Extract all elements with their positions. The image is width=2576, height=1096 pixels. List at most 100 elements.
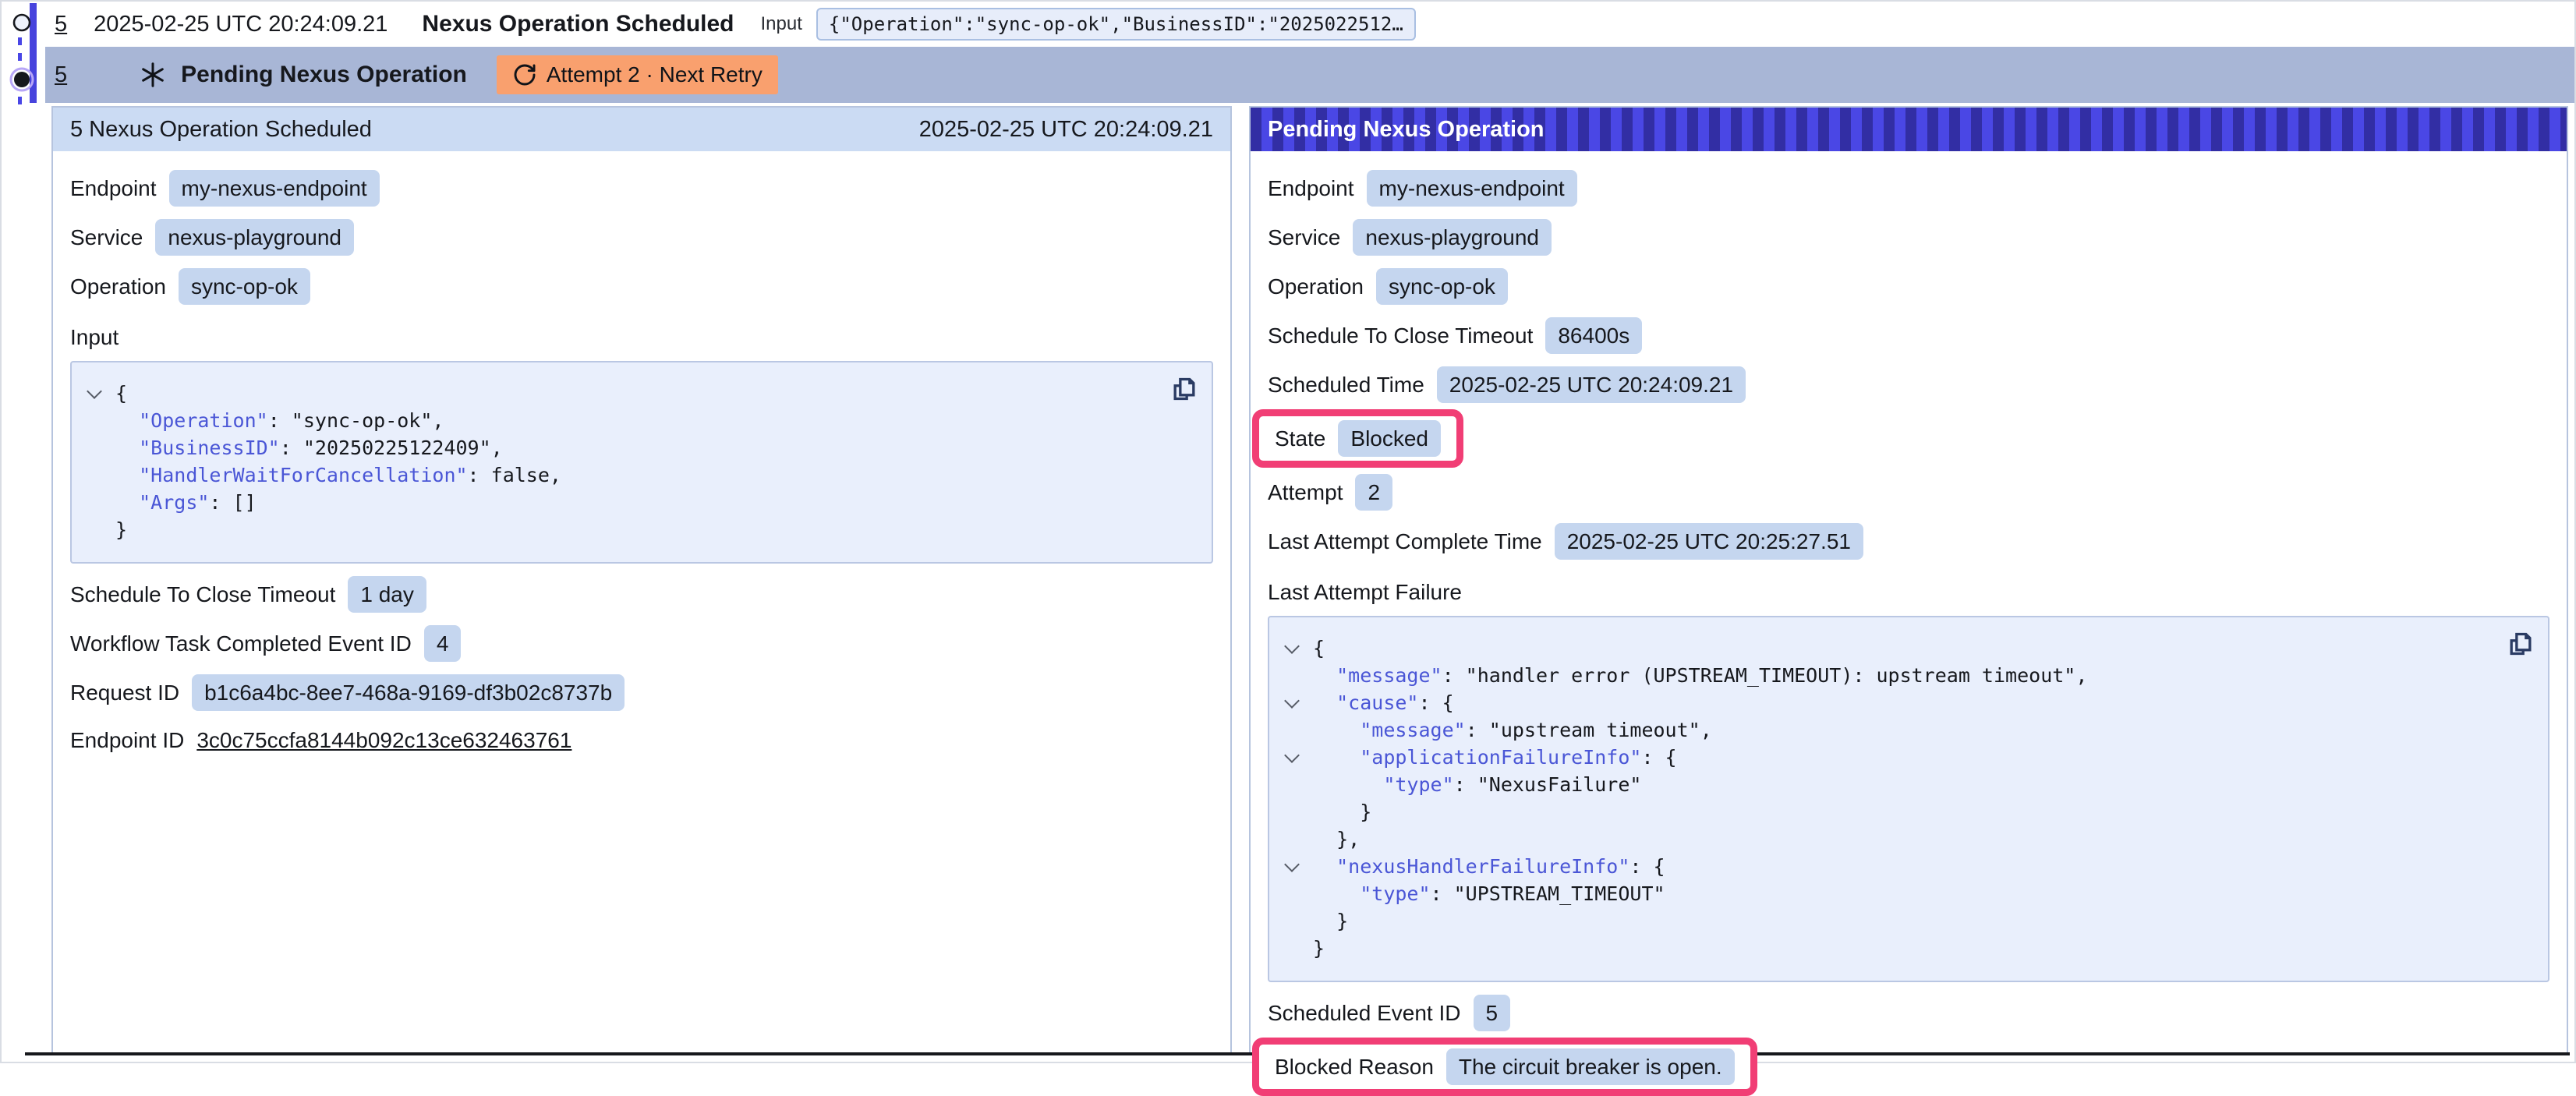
json-line-gutter (1279, 716, 1313, 744)
json-key: "BusinessID" (139, 437, 280, 459)
json-line-gutter (1279, 635, 1313, 662)
event-id-link[interactable]: 5 (55, 62, 67, 88)
field-label: Request ID (70, 681, 179, 705)
json-line: "message": "upstream timeout", (1279, 716, 2498, 744)
field-value-chip: Blocked (1338, 420, 1441, 457)
collapse-chevron-icon[interactable] (1284, 693, 1300, 709)
json-line-gutter (1279, 662, 1313, 689)
json-key: "Args" (139, 491, 209, 514)
json-line: } (81, 516, 1162, 543)
field-label: State (1275, 426, 1325, 451)
event-id-link[interactable]: 5 (55, 12, 67, 37)
field-row: Servicenexus-playground (1268, 219, 2549, 256)
json-code: }, (1313, 826, 1360, 853)
json-line-gutter (1279, 935, 1313, 962)
json-code: "Operation": "sync-op-ok", (115, 407, 444, 434)
field-row: Attempt2 (1268, 474, 2549, 511)
field-value-chip: The circuit breaker is open. (1446, 1048, 1735, 1085)
scheduled-panel-header: 5 Nexus Operation Scheduled 2025-02-25 U… (53, 108, 1230, 151)
json-key: "message" (1336, 664, 1442, 687)
json-line: } (1279, 907, 2498, 935)
field-label: Blocked Reason (1275, 1055, 1434, 1080)
field-value-chip: nexus-playground (155, 219, 354, 256)
event-row-scheduled[interactable]: 5 2025-02-25 UTC 20:24:09.21 Nexus Opera… (45, 2, 2574, 47)
input-preview-chip: {"Operation":"sync-op-ok","BusinessID":"… (816, 8, 1416, 41)
input-label: Input (761, 13, 802, 35)
field-value-chip: sync-op-ok (1376, 268, 1508, 305)
pending-fields-bottom: Scheduled Event ID5 Blocked Reason The cir… (1268, 995, 2549, 1090)
json-code: "type": "NexusFailure" (1313, 771, 1641, 798)
retry-badge-label: Attempt 2 · Next Retry (547, 62, 763, 87)
scheduled-fields-top: Endpointmy-nexus-endpointServicenexus-pl… (70, 170, 1213, 305)
field-value-chip: 2 (1355, 474, 1392, 511)
json-line: "Operation": "sync-op-ok", (81, 407, 1162, 434)
scheduled-event-panel: 5 Nexus Operation Scheduled 2025-02-25 U… (51, 106, 1232, 1052)
json-code: { (115, 380, 127, 407)
field-label: Endpoint ID (70, 728, 184, 753)
json-line: "type": "UPSTREAM_TIMEOUT" (1279, 880, 2498, 907)
json-line: { (81, 380, 1162, 407)
field-value-chip: nexus-playground (1353, 219, 1552, 256)
json-key: "message" (1360, 719, 1465, 741)
field-label: Endpoint (70, 176, 157, 201)
json-code: "BusinessID": "20250225122409", (115, 434, 503, 461)
copy-icon[interactable] (1168, 373, 1199, 405)
json-line-gutter (1279, 798, 1313, 826)
json-code: } (1313, 798, 1371, 826)
json-line: "cause": { (1279, 689, 2498, 716)
field-row: Endpointmy-nexus-endpoint (1268, 170, 2549, 207)
field-value-link[interactable]: 3c0c75ccfa8144b092c13ce632463761 (196, 728, 571, 753)
json-line: } (1279, 935, 2498, 962)
json-code: "message": "upstream timeout", (1313, 716, 1712, 744)
json-key: "applicationFailureInfo" (1360, 746, 1641, 769)
scheduled-panel-time: 2025-02-25 UTC 20:24:09.21 (919, 117, 1213, 143)
field-label: Endpoint (1268, 176, 1354, 201)
json-code: "Args": [] (115, 489, 257, 516)
scheduled-panel-title: 5 Nexus Operation Scheduled (70, 117, 372, 143)
json-line-gutter (1279, 826, 1313, 853)
highlight-annotation: Blocked Reason The circuit breaker is ope… (1252, 1038, 1757, 1096)
field-row: Workflow Task Completed Event ID 4 (70, 625, 1213, 662)
json-code: "applicationFailureInfo": { (1313, 744, 1677, 771)
json-key: "HandlerWaitForCancellation" (139, 464, 467, 486)
json-line-gutter (81, 461, 115, 489)
json-line-gutter (81, 407, 115, 434)
collapse-chevron-icon[interactable] (1284, 857, 1300, 872)
field-value-chip: sync-op-ok (179, 268, 310, 305)
json-line: }, (1279, 826, 2498, 853)
field-value-chip: my-nexus-endpoint (169, 170, 380, 207)
event-row-pending[interactable]: 5 Pending Nexus Operation Attempt 2 · Ne… (45, 47, 2574, 103)
field-row: Endpoint my-nexus-endpoint (70, 170, 1213, 207)
pending-panel-header: Pending Nexus Operation (1251, 108, 2567, 151)
json-line-gutter (81, 489, 115, 516)
pending-panel-title: Pending Nexus Operation (1268, 117, 1545, 143)
json-line: "Args": [] (81, 489, 1162, 516)
input-json-block: { "Operation": "sync-op-ok", "BusinessID… (70, 361, 1213, 564)
failure-section-label: Last Attempt Failure (1268, 580, 2549, 605)
timeline-open-circle-icon (12, 12, 32, 33)
field-label: Operation (70, 274, 166, 299)
json-line-gutter (1279, 853, 1313, 880)
json-key: "type" (1383, 773, 1453, 796)
collapse-chevron-icon[interactable] (1284, 748, 1300, 763)
collapse-chevron-icon[interactable] (87, 384, 102, 399)
event-title: Nexus Operation Scheduled (422, 11, 734, 37)
json-code: "HandlerWaitForCancellation": false, (115, 461, 561, 489)
copy-icon[interactable] (2504, 628, 2535, 659)
field-row: Scheduled Event ID5 (1268, 995, 2549, 1031)
field-row: State Blocked (1268, 415, 2549, 461)
field-value-chip: 1 day (348, 576, 426, 613)
collapse-chevron-icon[interactable] (1284, 638, 1300, 654)
field-row: Schedule To Close Timeout86400s (1268, 317, 2549, 354)
json-line: "BusinessID": "20250225122409", (81, 434, 1162, 461)
input-section-label: Input (70, 325, 1213, 350)
json-code: } (1313, 935, 1325, 962)
json-line-gutter (1279, 689, 1313, 716)
field-row: Schedule To Close Timeout1 day (70, 576, 1213, 613)
field-label: Workflow Task Completed Event ID (70, 631, 412, 656)
field-value-chip: 4 (424, 625, 462, 662)
json-code: "message": "handler error (UPSTREAM_TIME… (1313, 662, 2087, 689)
json-line-gutter (1279, 771, 1313, 798)
json-key: "cause" (1336, 691, 1418, 714)
json-line-gutter (81, 434, 115, 461)
